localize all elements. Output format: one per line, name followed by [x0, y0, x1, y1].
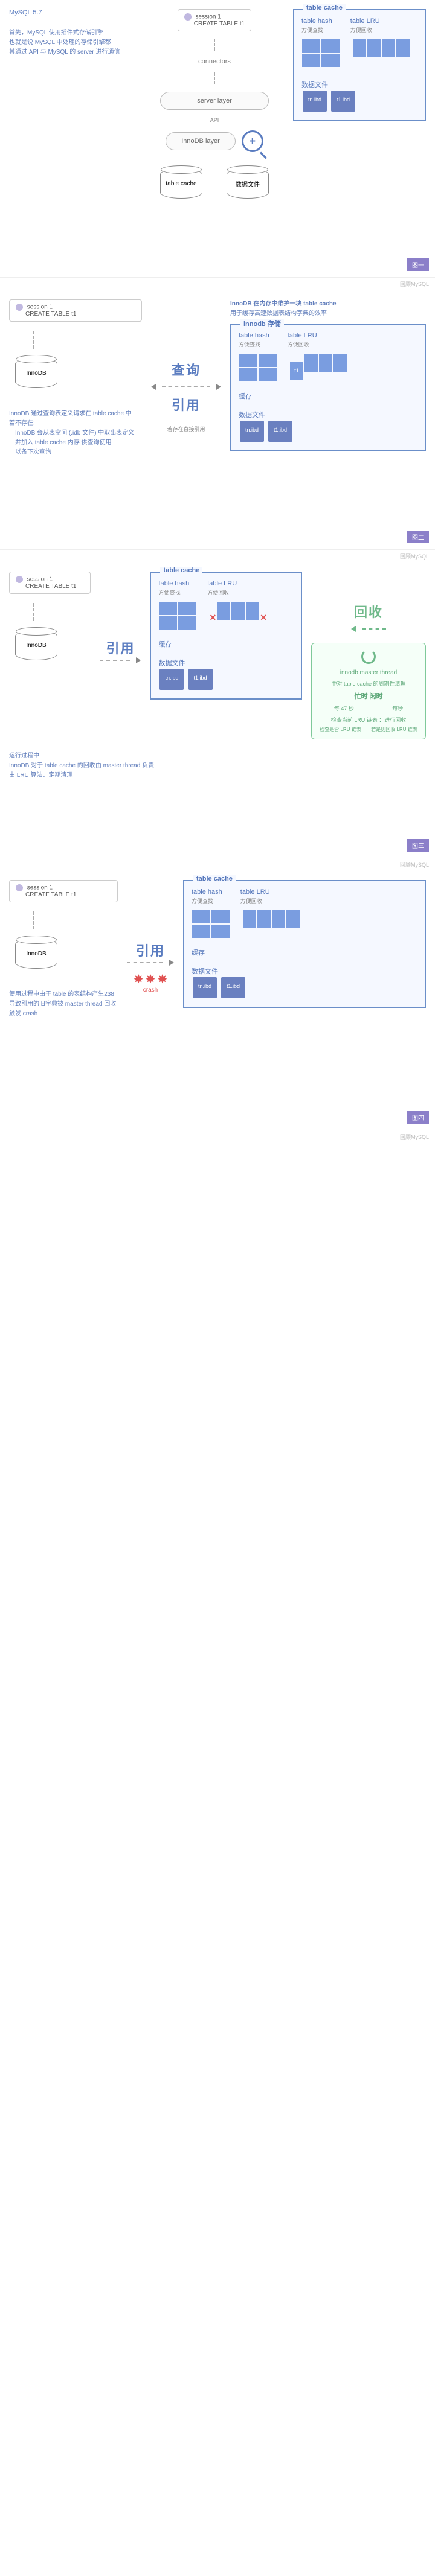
burst-icon: ✸ [134, 973, 144, 986]
dashed-line [214, 39, 215, 51]
query-label: 查询 [172, 360, 201, 379]
watermark: 回顾MySQL [0, 550, 435, 563]
recycle-icon [361, 649, 376, 664]
x-icon: ✕ [209, 613, 216, 622]
panel-1: MySQL 5.7 首先，MySQL 使用插件式存储引擎 也就是说 MySQL … [0, 0, 435, 278]
watermark: 回顾MySQL [0, 278, 435, 290]
ref-label: 引用 [172, 395, 201, 414]
burst-icon: ✸ [146, 973, 156, 986]
panel-2: session 1 CREATE TABLE t1 InnoDB InnoDB … [0, 290, 435, 550]
session-box: session 1 CREATE TABLE t1 [178, 9, 251, 31]
api-label: API [210, 117, 219, 123]
session-icon [16, 884, 23, 891]
datafile-cylinder: 数据文件 [227, 168, 269, 199]
table-cache-box: table cache table hash方便查找 table LRU方便回收… [183, 880, 426, 1008]
dashed-line [33, 331, 34, 349]
connectors-label: connectors [198, 58, 231, 65]
session-box: session 1 CREATE TABLE t1 [9, 299, 142, 322]
panel-tag: 图四 [407, 1111, 429, 1124]
panel-tag: 图二 [407, 531, 429, 543]
panel4-notes: 使用过程中由于 table 的表结构产生238 导致引用的旧字典被 master… [9, 990, 118, 1019]
dashed-line [33, 603, 34, 621]
table-cache-box: table cache table hash方便查找 table LRU方便回收… [150, 572, 302, 700]
table-cache-cylinder: table cache [160, 168, 202, 199]
master-thread-box: innodb master thread 中对 table cache 的周期性… [311, 643, 426, 739]
session-icon [16, 304, 23, 311]
panel-4: session 1 CREATE TABLE t1 InnoDB 使用过程中由于… [0, 871, 435, 1130]
innodb-cylinder: InnoDB [15, 630, 57, 660]
panel1-notes: 首先，MySQL 使用插件式存储引擎 也就是说 MySQL 中处理的存储引擎都 … [9, 28, 154, 57]
watermark: 回顾MySQL [0, 858, 435, 871]
panel2-notes: InnoDB 通过查询表定义请求在 table cache 中 若不存在: In… [9, 409, 142, 457]
panel-3: session 1 CREATE TABLE t1 InnoDB 引用 tabl… [0, 563, 435, 858]
session-icon [16, 576, 23, 583]
innodb-cylinder: InnoDB [15, 358, 57, 388]
dashed-line [214, 72, 215, 84]
panel3-notes: 运行过程中 InnoDB 对于 table cache 的回收由 master … [9, 751, 426, 780]
session-box: session 1 CREATE TABLE t1 [9, 572, 91, 594]
dashed-line [33, 911, 34, 929]
table-cache-box: innodb 存储 table hash方便查找 table LRU方便回收 t… [230, 324, 426, 451]
innodb-layer: InnoDB layer [166, 132, 236, 150]
session-icon [184, 13, 192, 21]
session-box: session 1 CREATE TABLE t1 [9, 880, 118, 902]
panel-tag: 图一 [407, 258, 429, 271]
innodb-cylinder: InnoDB [15, 939, 57, 969]
server-layer: server layer [160, 92, 269, 110]
panel-tag: 图三 [407, 839, 429, 852]
burst-icon: ✸ [157, 973, 167, 986]
crash-label: crash [143, 987, 158, 993]
mysql-label: MySQL 5.7 [9, 9, 154, 16]
panel2-desc: InnoDB 在内存中维护一块 table cache 用于缓存高速数据表结构字… [230, 299, 426, 319]
x-icon: ✕ [260, 613, 267, 622]
ref-label: 引用 [106, 638, 135, 657]
table-cache-box: table cache table hash方便查找 table LRU方便回收… [293, 9, 426, 121]
ref-label: 引用 [136, 940, 165, 960]
recycle-label: 回收 [354, 602, 383, 621]
watermark: 回顾MySQL [0, 1130, 435, 1143]
magnify-icon: + [242, 130, 263, 152]
